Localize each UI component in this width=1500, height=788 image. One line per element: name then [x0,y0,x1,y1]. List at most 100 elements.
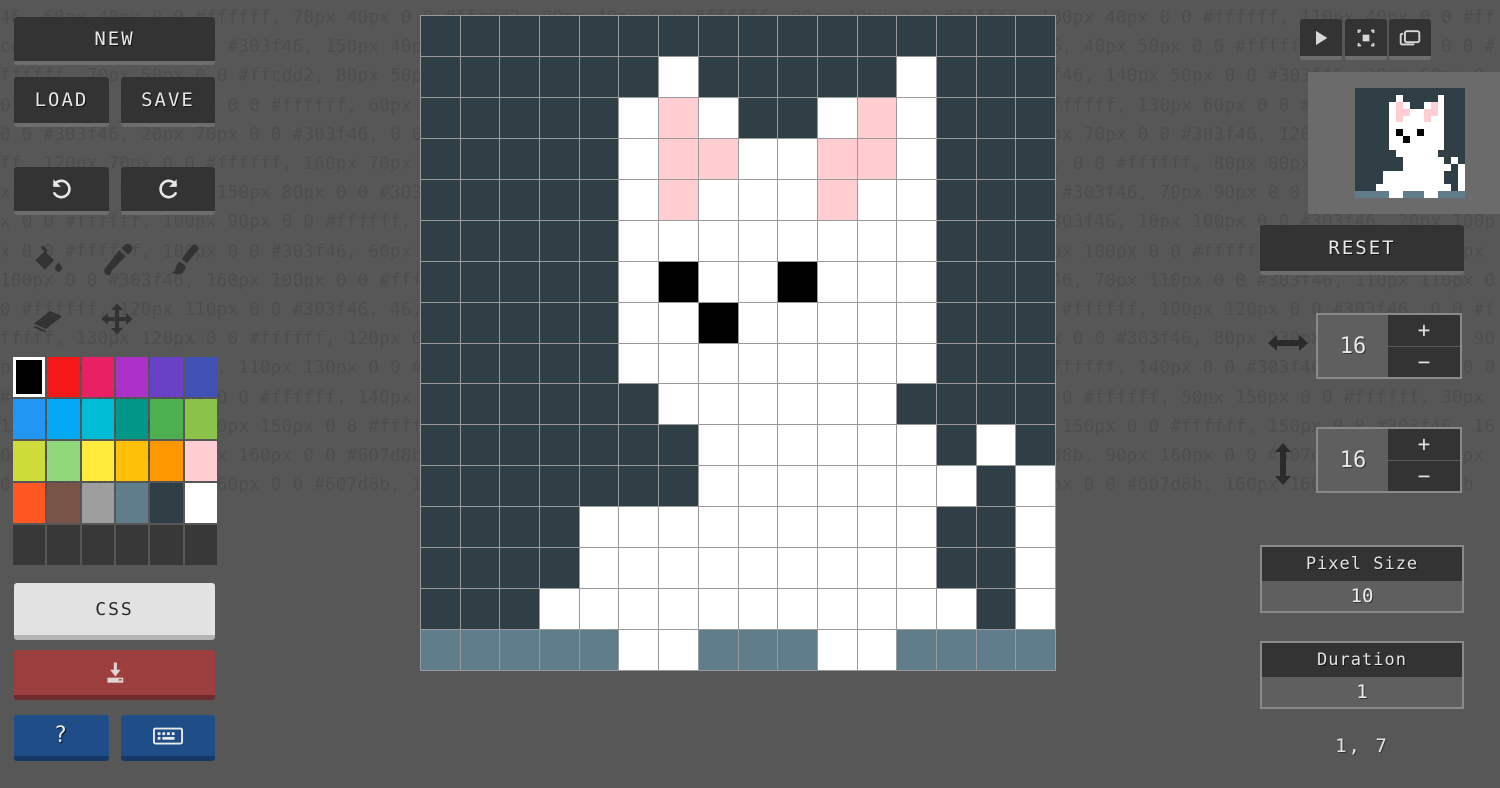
pixel-cell[interactable] [500,56,540,97]
pixel-cell[interactable] [421,466,460,507]
pixel-cell[interactable] [936,16,976,56]
pixel-cell[interactable] [857,302,897,343]
color-swatch[interactable] [150,483,183,523]
pixel-cell[interactable] [976,425,1016,466]
pixel-cell[interactable] [897,220,936,261]
color-swatch-empty[interactable] [184,525,217,565]
pixel-cell[interactable] [579,56,619,97]
pixel-cell[interactable] [421,425,460,466]
pixel-cell[interactable] [579,466,619,507]
pixel-cell[interactable] [857,343,897,384]
pixel-cell[interactable] [1016,97,1055,138]
pixel-cell[interactable] [659,16,698,56]
color-swatch[interactable] [47,441,80,481]
pixel-cell[interactable] [460,138,500,179]
pixel-cell[interactable] [540,507,579,548]
pixel-cell[interactable] [976,302,1016,343]
paint-bucket-tool[interactable] [26,238,70,282]
color-swatch[interactable] [81,441,114,481]
pixel-cell[interactable] [659,97,698,138]
pixel-cell[interactable] [619,16,659,56]
pixel-cell[interactable] [778,220,817,261]
pixel-cell[interactable] [460,425,500,466]
pixel-cell[interactable] [897,507,936,548]
pixel-cell[interactable] [659,302,698,343]
help-button[interactable]: ? [14,715,109,761]
pixel-cell[interactable] [817,548,857,589]
color-swatch[interactable] [13,399,46,439]
pixel-cell[interactable] [817,630,857,670]
pixel-cell[interactable] [500,425,540,466]
pixel-cell[interactable] [897,384,936,425]
pixel-cell[interactable] [579,302,619,343]
pixel-cell[interactable] [460,302,500,343]
width-decrement-button[interactable]: − [1388,346,1460,377]
width-increment-button[interactable]: + [1388,315,1460,347]
pixel-cell[interactable] [936,138,976,179]
sprite-select-button[interactable] [1345,19,1387,60]
pixel-cell[interactable] [1016,16,1055,56]
pixel-cell[interactable] [1016,425,1055,466]
frames-button[interactable] [1389,19,1431,60]
pixel-cell[interactable] [897,97,936,138]
pixel-cell[interactable] [579,425,619,466]
pixel-cell[interactable] [421,261,460,302]
pixel-cell[interactable] [778,630,817,670]
pixel-cell[interactable] [897,16,936,56]
height-decrement-button[interactable]: − [1388,460,1460,491]
pixel-cell[interactable] [659,466,698,507]
pixel-cell[interactable] [817,97,857,138]
pixel-canvas[interactable] [420,15,1056,671]
pixel-cell[interactable] [1016,179,1055,220]
pixel-cell[interactable] [936,425,976,466]
pixel-cell[interactable] [976,97,1016,138]
pixel-cell[interactable] [698,384,738,425]
pixel-cell[interactable] [857,466,897,507]
pixel-cell[interactable] [421,507,460,548]
pixel-cell[interactable] [500,548,540,589]
pixel-cell[interactable] [936,343,976,384]
pixel-cell[interactable] [500,466,540,507]
pixel-cell[interactable] [698,16,738,56]
pixel-cell[interactable] [698,97,738,138]
duration-field[interactable]: Duration 1 [1260,641,1464,709]
pixel-cell[interactable] [659,384,698,425]
pixel-cell[interactable] [976,56,1016,97]
pixel-cell[interactable] [817,384,857,425]
pixel-cell[interactable] [619,343,659,384]
pixel-cell[interactable] [738,425,778,466]
pixel-cell[interactable] [1016,220,1055,261]
pixel-cell[interactable] [976,179,1016,220]
color-swatch[interactable] [115,483,149,523]
pixel-cell[interactable] [778,466,817,507]
pixel-cell[interactable] [698,630,738,670]
pixel-cell[interactable] [738,630,778,670]
pixel-cell[interactable] [698,343,738,384]
pixel-cell[interactable] [857,425,897,466]
pixel-cell[interactable] [540,56,579,97]
pixel-cell[interactable] [1016,56,1055,97]
pixel-cell[interactable] [500,220,540,261]
color-swatch[interactable] [115,399,149,439]
reset-button[interactable]: RESET [1260,225,1464,275]
pixel-cell[interactable] [619,384,659,425]
color-swatch[interactable] [13,441,46,481]
pixel-cell[interactable] [500,302,540,343]
keyboard-shortcuts-button[interactable] [121,715,215,761]
pixel-cell[interactable] [579,589,619,630]
pixel-cell[interactable] [500,261,540,302]
pixel-cell[interactable] [778,16,817,56]
pixel-cell[interactable] [738,589,778,630]
color-swatch[interactable] [13,357,46,397]
pixel-cell[interactable] [698,179,738,220]
pixel-cell[interactable] [698,261,738,302]
pixel-cell[interactable] [778,261,817,302]
pixel-cell[interactable] [460,261,500,302]
pixel-cell[interactable] [579,343,619,384]
pixel-cell[interactable] [460,630,500,670]
pixel-cell[interactable] [778,97,817,138]
pixel-cell[interactable] [540,179,579,220]
width-stepper[interactable]: 16 + − [1316,313,1462,379]
pixel-cell[interactable] [619,507,659,548]
pixel-cell[interactable] [579,384,619,425]
